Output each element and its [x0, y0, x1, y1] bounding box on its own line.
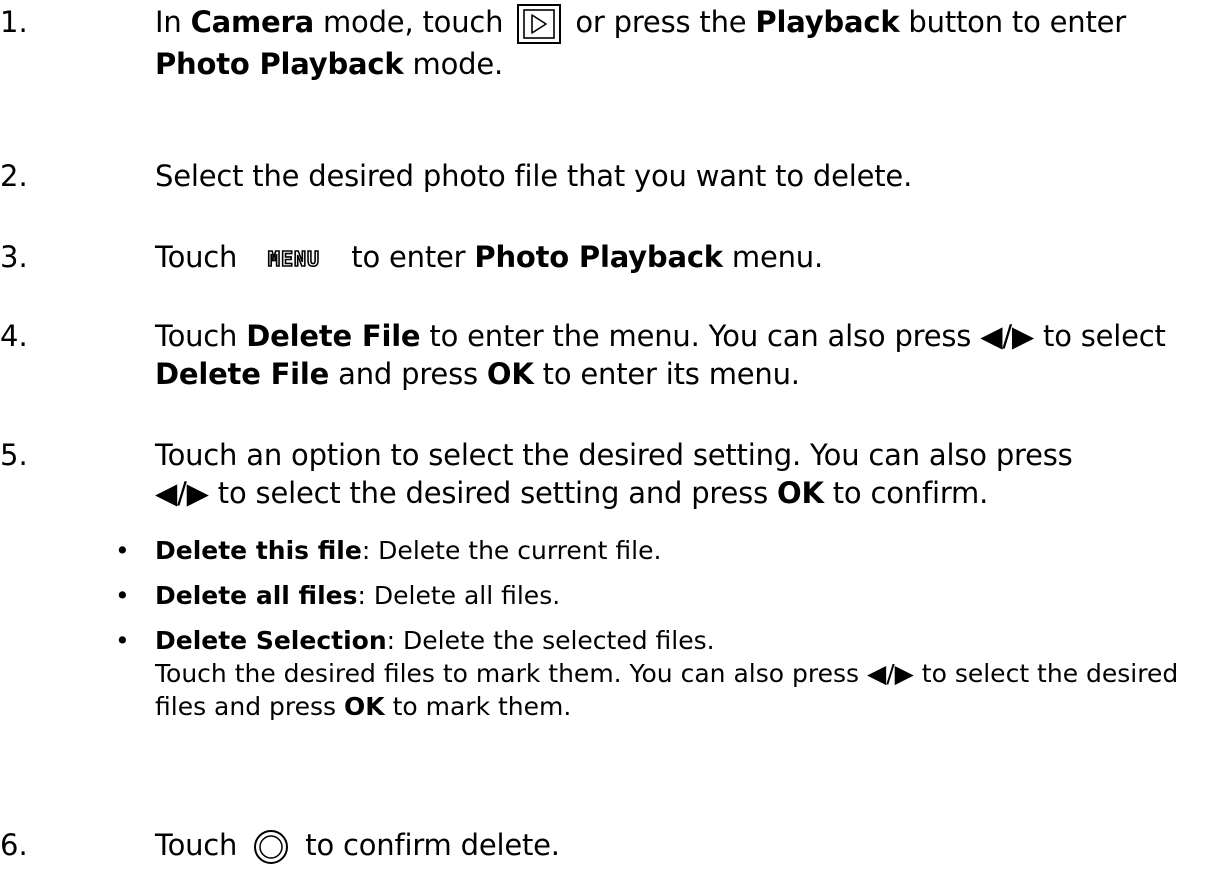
option-label: Delete Selection: [155, 626, 387, 655]
step-text: Touch to confirm delete.: [155, 826, 1225, 866]
confirm-circle-icon: [252, 828, 290, 866]
delete-options-list: • Delete this file: Delete the current f…: [115, 534, 1225, 723]
step-text: Touch an option to select the desired se…: [155, 438, 1073, 510]
step-number: 6.: [0, 828, 28, 862]
photo-playback-menu-label: Photo Playback: [474, 240, 723, 274]
list-item: • Delete this file: Delete the current f…: [115, 534, 1225, 567]
delete-file-label: Delete File: [155, 357, 330, 391]
ok-label: OK: [344, 692, 385, 721]
option-desc: : Delete all files.: [357, 581, 561, 610]
bullet-icon: •: [115, 536, 130, 565]
step-number: 3.: [0, 240, 28, 274]
left-right-arrows-icon: ◀/▶: [980, 319, 1034, 353]
step-text: Select the desired photo file that you w…: [155, 159, 913, 193]
svg-text:MENU: MENU: [268, 247, 320, 271]
step-number: 2.: [0, 159, 28, 193]
list-item: • Delete all files: Delete all files.: [115, 579, 1225, 612]
ok-label: OK: [486, 357, 534, 391]
left-right-arrows-icon: ◀/▶: [866, 659, 914, 688]
option-label: Delete all files: [155, 581, 358, 610]
bullet-icon: •: [115, 626, 130, 655]
step-number: 1.: [0, 5, 28, 39]
option-desc: : Delete the selected files.: [386, 626, 715, 655]
option-detail: Touch the desired files to mark them. Yo…: [155, 659, 1179, 721]
camera-mode-label: Camera: [190, 5, 315, 39]
step-text: Touch MENU to enter Photo Playback menu.: [155, 240, 823, 274]
step-number: 4.: [0, 319, 28, 353]
playback-button-label: Playback: [755, 5, 900, 39]
menu-icon: MENU: [252, 247, 336, 271]
playback-icon: [516, 3, 562, 45]
delete-file-label: Delete File: [246, 319, 421, 353]
step-text: Touch Delete File to enter the menu. You…: [155, 319, 1166, 391]
photo-playback-mode-label: Photo Playback: [155, 47, 404, 81]
option-label: Delete this file: [155, 536, 362, 565]
option-desc: : Delete the current file.: [361, 536, 662, 565]
left-right-arrows-icon: ◀/▶: [155, 476, 209, 510]
step-number: 5.: [0, 438, 28, 472]
list-item: • Delete Selection: Delete the selected …: [115, 624, 1225, 723]
ok-label: OK: [777, 476, 824, 510]
bullet-icon: •: [115, 581, 130, 610]
step-text: In Camera mode, touch or press the Playb…: [155, 3, 1126, 81]
manual-page: 1. In Camera mode, touch or press the Pl…: [0, 0, 1231, 879]
